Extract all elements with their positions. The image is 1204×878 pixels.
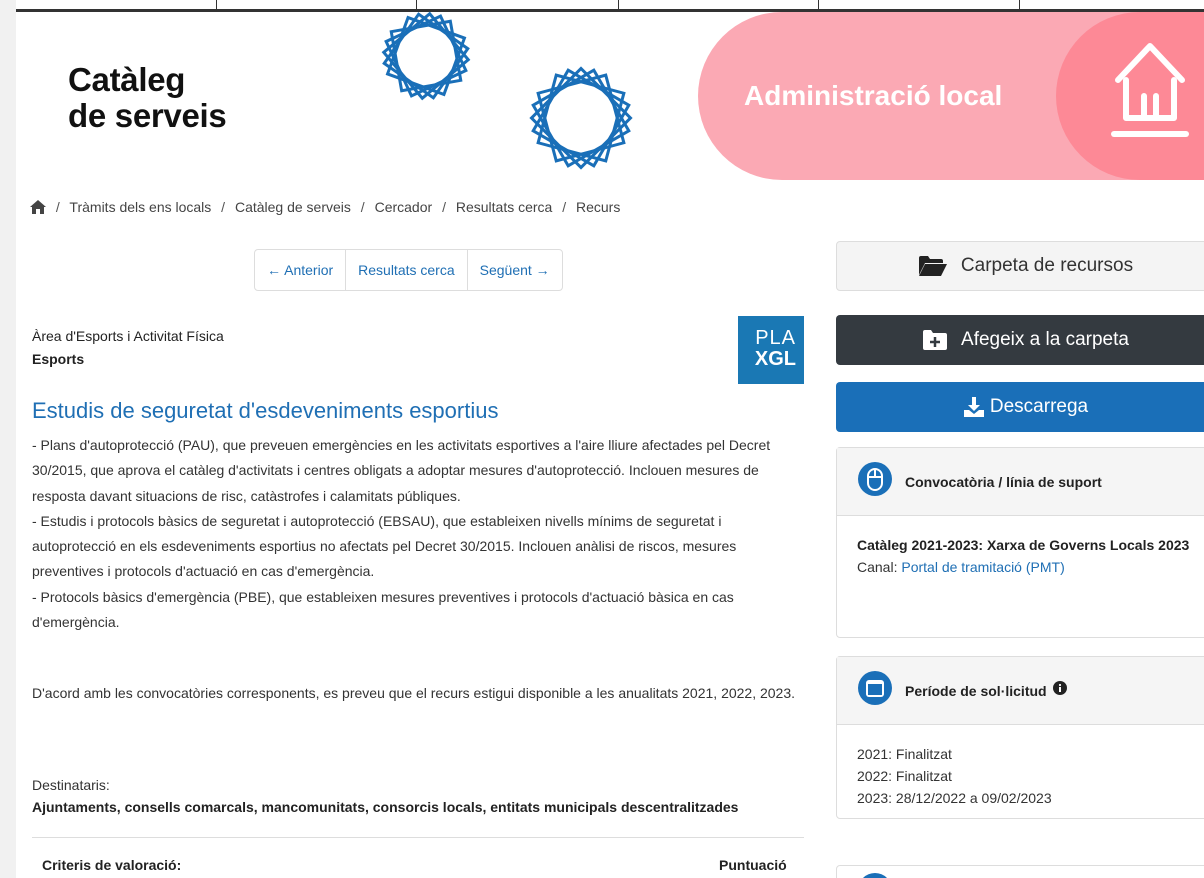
channel-label: Canal: (857, 559, 902, 575)
resource-folder-button[interactable]: Carpeta de recursos (836, 241, 1204, 291)
divider (32, 837, 804, 838)
breadcrumb-item[interactable]: Resultats cerca (456, 199, 552, 215)
info-icon[interactable] (1052, 681, 1067, 700)
application-period-header: Període de sol·licitud (837, 657, 1204, 725)
town-hall-icon (1111, 43, 1189, 137)
application-period-body: 2021: Finalitzat 2022: Finalitzat 2023: … (837, 725, 1204, 827)
resource-area: Àrea d'Esports i Activitat Física (32, 328, 224, 344)
mouse-icon (857, 461, 893, 502)
support-call-header: Convocatòria / línia de suport (837, 448, 1204, 516)
page: Catàleg de serveis Administració local /… (16, 0, 1204, 878)
recipients-label: Destinataris: (32, 777, 110, 793)
description-paragraph: - Protocols bàsics d'emergència (PBE), q… (32, 588, 734, 631)
download-button[interactable]: Descarrega (836, 382, 1204, 432)
add-button-label: Afegeix a la carpeta (961, 329, 1129, 350)
resource-subarea: Esports (32, 351, 85, 367)
catalog-brand-logo[interactable]: Catàleg de serveis (68, 61, 227, 134)
card-icon (857, 872, 893, 878)
nav-separator (818, 0, 819, 9)
breadcrumb-separator: / (221, 199, 226, 215)
breadcrumb-separator: / (562, 199, 567, 215)
score-header: Puntuació (719, 857, 787, 873)
nav-separator (216, 0, 217, 9)
period-line: 2021: Finalitzat (857, 746, 952, 762)
logo-line-1: PLA (755, 327, 796, 349)
download-icon (963, 397, 984, 417)
breadcrumb-item[interactable]: Tràmits dels ens locals (69, 199, 211, 215)
period-line: 2023: 28/12/2022 a 09/02/2023 (857, 790, 1052, 806)
brand-line-2: de serveis (68, 97, 227, 134)
breadcrumb-item[interactable]: Catàleg de serveis (235, 199, 351, 215)
folder-plus-icon (923, 330, 948, 350)
folder-open-icon (918, 256, 947, 276)
add-to-folder-button[interactable]: Afegeix a la carpeta (836, 315, 1204, 365)
plan-xgl-logo: PLA XGL (738, 316, 804, 384)
nav-separator (1019, 0, 1020, 9)
previous-button[interactable]: ← Anterior (255, 250, 347, 290)
resource-description: - Plans d'autoprotecció (PAU), que preve… (32, 433, 808, 635)
logo-line-2: XGL (754, 348, 796, 370)
download-button-label: Descarrega (989, 396, 1089, 417)
home-icon[interactable] (30, 200, 46, 217)
next-button[interactable]: Següent → (468, 250, 562, 290)
channel-link[interactable]: Portal de tramitació (PMT) (901, 559, 1064, 575)
application-period-title: Període de sol·licitud (905, 682, 1047, 699)
breadcrumb-separator: / (360, 199, 365, 215)
call-name: Catàleg 2021-2023: Xarxa de Governs Loca… (857, 537, 1190, 553)
breadcrumb-item[interactable]: Cercador (375, 199, 433, 215)
breadcrumb-separator: / (442, 199, 446, 215)
support-call-body: Catàleg 2021-2023: Xarxa de Governs Loca… (837, 516, 1204, 596)
channel-line: Canal: Portal de tramitació (PMT) (857, 556, 1195, 578)
application-period-card: Període de sol·licitud 2021: Finalitzat … (836, 656, 1204, 819)
description-paragraph: - Estudis i protocols bàsics de segureta… (32, 512, 737, 580)
criteria-header: Criteris de valoració: (42, 857, 182, 873)
resource-title: Estudis de seguretat d'esdeveniments esp… (32, 398, 499, 423)
next-info-card (836, 865, 1204, 878)
breadcrumb-separator: / (55, 199, 60, 215)
description-paragraph: - Plans d'autoprotecció (PAU), que preve… (32, 437, 771, 504)
calendar-icon (857, 670, 893, 711)
recipients-value: Ajuntaments, consells comarcals, mancomu… (32, 799, 739, 815)
support-call-title: Convocatòria / línia de suport (905, 473, 1102, 490)
support-call-card: Convocatòria / línia de suport Catàleg 2… (836, 447, 1204, 638)
folder-button-label: Carpeta de recursos (960, 255, 1134, 276)
breadcrumb-current: Recurs (576, 199, 621, 215)
period-line: 2022: Finalitzat (857, 768, 952, 784)
breadcrumb: / Tràmits dels ens locals / Catàleg de s… (30, 199, 620, 217)
availability-text: D'acord amb les convocatòries correspone… (32, 685, 796, 701)
section-label: Administració local (744, 80, 1003, 111)
brand-line-1: Catàleg (68, 61, 186, 98)
decorative-squares-graphic (381, 11, 633, 170)
results-button[interactable]: Resultats cerca (346, 250, 468, 290)
result-pager: ← Anterior Resultats cerca Següent → (254, 249, 563, 291)
